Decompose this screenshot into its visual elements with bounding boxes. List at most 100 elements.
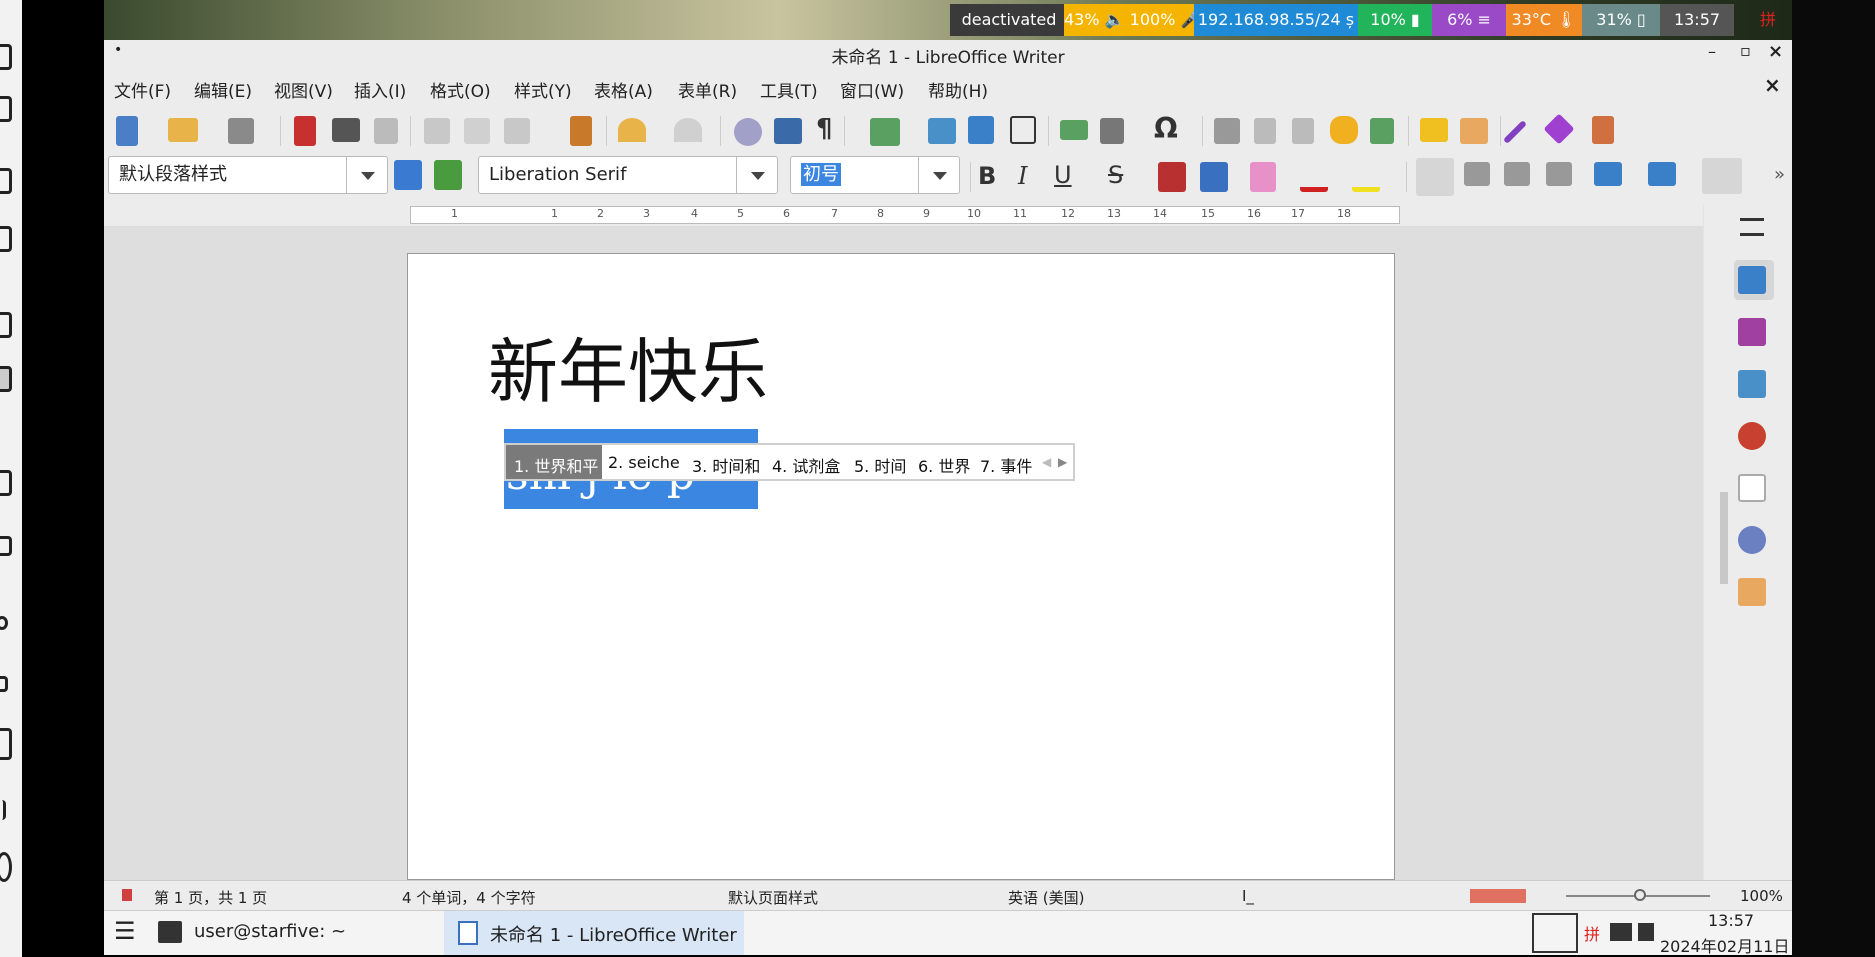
start-menu-icon[interactable]: ☰ [114, 917, 136, 945]
gallery-icon[interactable] [1738, 370, 1766, 398]
language-indicator[interactable]: 英语 (美国) [1008, 887, 1084, 908]
page-break-icon[interactable] [1292, 118, 1314, 144]
menu-format[interactable]: 格式(O) [430, 77, 491, 102]
window-icon[interactable] [0, 226, 12, 252]
window-titlebar[interactable]: • 未命名 1 - LibreOffice Writer – ▫ × [104, 40, 1792, 69]
update-style-icon[interactable] [394, 160, 422, 190]
taskbar-terminal[interactable]: user@starfive: ~ [194, 921, 346, 942]
new-style-icon[interactable] [434, 160, 462, 190]
insert-image-icon[interactable] [928, 118, 956, 144]
ime-candidate[interactable]: 4. 试剂盒 [772, 453, 840, 477]
highlight-color-icon[interactable] [1352, 162, 1380, 192]
menu-file[interactable]: 文件(F) [114, 77, 171, 102]
menu-table[interactable]: 表格(A) [594, 77, 653, 102]
home-icon[interactable] [0, 44, 12, 70]
ime-candidate[interactable]: 3. 时间和 [692, 453, 760, 477]
superscript-icon[interactable] [1158, 162, 1186, 192]
ime-candidate[interactable]: 1. 世界和平 [514, 453, 598, 477]
italic-button[interactable]: I [1018, 162, 1027, 190]
horizontal-ruler[interactable]: 1 1 2 3 4 5 6 7 8 9 10 11 12 13 14 15 16… [410, 206, 1400, 224]
chevron-down-icon[interactable] [918, 157, 959, 193]
next-page-icon[interactable]: ▶ [1058, 455, 1067, 469]
taskbar-writer[interactable]: 未命名 1 - LibreOffice Writer [490, 921, 737, 947]
undo-icon[interactable] [618, 118, 646, 142]
cut-icon[interactable] [424, 118, 450, 144]
navigator-icon[interactable] [1738, 422, 1766, 450]
chevron-down-icon[interactable] [736, 157, 777, 193]
sidebar-collapse-handle[interactable] [1720, 492, 1728, 584]
insert-special-character-list-icon[interactable] [1100, 118, 1124, 144]
line-icon[interactable] [1502, 119, 1528, 145]
formatting-marks-icon[interactable]: ¶ [816, 114, 833, 144]
network-icon[interactable] [1610, 923, 1632, 941]
find-replace-icon[interactable] [734, 118, 762, 146]
zoom-slider-handle[interactable] [1634, 889, 1646, 901]
justify-icon[interactable] [1546, 162, 1572, 186]
cross-reference-icon[interactable] [1370, 118, 1394, 144]
window-icon[interactable] [0, 168, 12, 194]
view-layout-icon[interactable] [1470, 889, 1526, 903]
spelling-icon[interactable] [774, 118, 802, 144]
bold-button[interactable]: B [978, 162, 996, 190]
gear-icon[interactable] [0, 616, 8, 630]
word-count[interactable]: 4 个单词，4 个字符 [402, 887, 536, 908]
copy-icon[interactable] [464, 118, 490, 144]
insert-textbox-icon[interactable] [1010, 116, 1036, 144]
menu-styles[interactable]: 样式(Y) [514, 77, 572, 102]
strikethrough-button[interactable]: S [1108, 161, 1123, 189]
paragraph-style-combo[interactable]: 默认段落样式 [108, 156, 388, 194]
ime-candidate[interactable]: 6. 世界 [918, 453, 970, 477]
menu-window[interactable]: 窗口(W) [840, 77, 904, 102]
window-icon[interactable] [0, 366, 12, 392]
menu-edit[interactable]: 编辑(E) [194, 77, 252, 102]
save-icon[interactable] [228, 118, 254, 144]
close-document-button[interactable]: × [1764, 73, 1781, 97]
ime-candidate[interactable]: 2. seiche [608, 453, 680, 472]
track-changes-icon[interactable] [1460, 118, 1488, 144]
outline-format-icon[interactable] [1702, 158, 1742, 194]
pen-icon[interactable] [0, 800, 6, 820]
font-color-icon[interactable] [1300, 162, 1328, 192]
menu-help[interactable]: 帮助(H) [928, 77, 988, 102]
align-right-icon[interactable] [1504, 162, 1530, 186]
styles-icon[interactable] [1738, 318, 1766, 346]
menu-tools[interactable]: 工具(T) [760, 77, 818, 102]
numbered-list-icon[interactable] [1648, 162, 1676, 186]
subscript-icon[interactable] [1200, 162, 1228, 192]
draw-functions-icon[interactable] [1592, 116, 1614, 144]
window-icon[interactable] [0, 470, 12, 496]
chevron-down-icon[interactable] [346, 157, 387, 193]
menu-insert[interactable]: 插入(I) [354, 77, 406, 102]
clear-formatting-icon[interactable] [1250, 162, 1276, 192]
prev-page-icon[interactable]: ◀ [1042, 455, 1051, 469]
ime-candidate[interactable]: 7. 事件 [980, 453, 1032, 477]
align-center-icon[interactable] [1464, 162, 1490, 186]
bullet-list-icon[interactable] [1594, 162, 1622, 186]
manage-changes-icon[interactable] [1738, 578, 1766, 606]
insert-mode[interactable]: I_ [1242, 887, 1254, 905]
ime-candidate[interactable]: 5. 时间 [854, 453, 906, 477]
print-icon[interactable] [332, 118, 360, 142]
zoom-level[interactable]: 100% [1740, 887, 1783, 905]
insert-table-icon[interactable] [870, 118, 900, 146]
properties-icon[interactable] [1738, 266, 1766, 294]
clone-formatting-icon[interactable] [570, 116, 592, 146]
close-button[interactable]: × [1768, 41, 1783, 62]
page-style[interactable]: 默认页面样式 [728, 887, 818, 908]
window-icon[interactable] [0, 536, 12, 556]
volume-icon[interactable] [1638, 923, 1654, 941]
basic-shapes-icon[interactable] [1543, 113, 1575, 145]
insert-field-icon[interactable] [1060, 120, 1088, 140]
open-folder-icon[interactable] [168, 118, 198, 142]
window-icon[interactable] [0, 96, 12, 122]
camera-icon[interactable] [0, 728, 12, 760]
print-preview-icon[interactable] [374, 118, 398, 144]
omega-icon[interactable]: Ω [1154, 112, 1178, 145]
minimize-button[interactable]: – [1708, 42, 1716, 61]
menu-form[interactable]: 表单(R) [678, 77, 737, 102]
hyperlink-icon[interactable] [1214, 118, 1240, 144]
new-document-icon[interactable] [116, 116, 138, 146]
font-name-combo[interactable]: Liberation Serif [478, 156, 778, 194]
search-icon[interactable] [0, 852, 12, 882]
paste-icon[interactable] [504, 118, 530, 144]
